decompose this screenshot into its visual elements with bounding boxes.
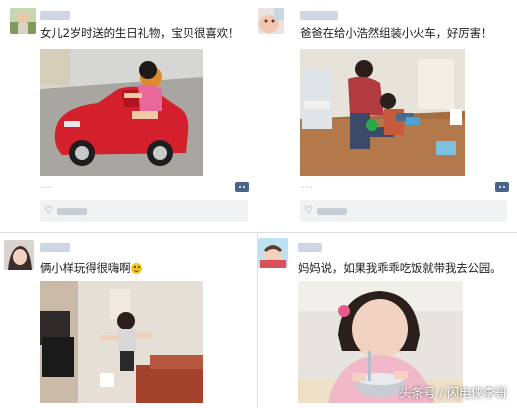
avatar[interactable] — [258, 238, 288, 268]
like-names[interactable]: ····· — [57, 208, 87, 215]
like-bar: ♡ ····· — [40, 200, 248, 222]
timestamp: ····· — [40, 183, 53, 192]
avatar[interactable] — [258, 8, 284, 34]
post-photo[interactable] — [40, 281, 203, 403]
post-photo[interactable] — [300, 49, 465, 176]
heart-icon[interactable]: ♡ — [44, 205, 53, 217]
avatar[interactable] — [4, 240, 34, 270]
post-caption: 女儿2岁时送的生日礼物，宝贝很喜欢！ — [40, 26, 240, 40]
post-caption: 妈妈说，如果我乖乖吃饭就带我去公园。 — [298, 261, 502, 275]
caption-text: 俩小样玩得很嗨啊 — [40, 261, 131, 275]
post-caption: 爸爸在给小浩然组装小火车，好厉害！ — [300, 26, 493, 40]
avatar[interactable] — [10, 8, 36, 34]
post-2: ····· 爸爸在给小浩然组装小火车，好厉害！ ····· — [258, 0, 517, 232]
username[interactable]: ····· — [40, 243, 70, 252]
username[interactable]: ····· — [300, 11, 338, 20]
post-1: ····· 女儿2岁时送的生日礼物，宝贝很喜欢！ ····· ♡ ····· — [0, 0, 258, 232]
smile-emoji-icon — [131, 263, 143, 274]
heart-icon[interactable]: ♡ — [304, 205, 313, 217]
username[interactable]: ····· — [298, 243, 322, 252]
username[interactable]: ····· — [40, 11, 70, 20]
post-caption: 俩小样玩得很嗨啊 — [40, 260, 143, 276]
like-bar: ♡ ····· — [300, 200, 507, 222]
post-3: ····· 俩小样玩得很嗨啊 — [0, 233, 257, 408]
like-names[interactable]: ····· — [317, 208, 347, 215]
post-4: ····· 妈妈说，如果我乖乖吃饭就带我去公园。 — [258, 233, 517, 408]
timestamp: ····· — [300, 183, 313, 192]
comment-icon[interactable] — [235, 182, 249, 192]
post-photo[interactable] — [40, 49, 203, 176]
comment-icon[interactable] — [495, 182, 509, 192]
watermark: 头条号 / 闪电侠李哥 — [399, 386, 507, 400]
